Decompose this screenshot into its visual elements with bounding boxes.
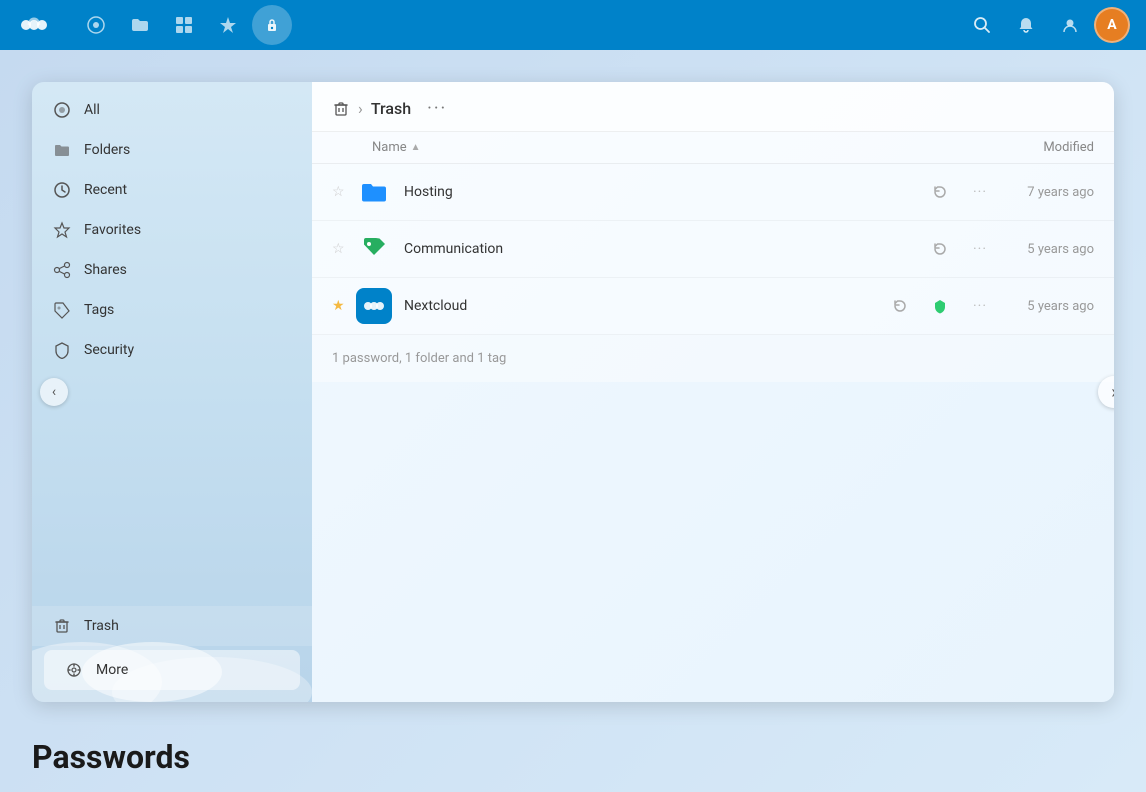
- sidebar-bottom: Trash More: [32, 598, 312, 702]
- nextcloud-logo[interactable]: [16, 7, 52, 43]
- undo-button-communication[interactable]: [926, 235, 954, 263]
- page-title: Passwords: [32, 738, 1114, 776]
- breadcrumb-title: Trash: [371, 99, 411, 118]
- sidebar-label-folders: Folders: [84, 142, 130, 158]
- undo-button-hosting[interactable]: [926, 178, 954, 206]
- modified-label: Modified: [1043, 140, 1094, 155]
- search-button[interactable]: [962, 5, 1002, 45]
- passwords-nav-icon[interactable]: [252, 5, 292, 45]
- table-row[interactable]: ★ Nextcloud: [312, 278, 1114, 335]
- page-title-section: Passwords: [16, 718, 1130, 776]
- sidebar-label-all: All: [84, 102, 100, 118]
- sidebar-item-all[interactable]: All: [32, 90, 312, 130]
- row-actions-nextcloud: ···: [886, 292, 994, 320]
- name-column-header[interactable]: Name ▲: [372, 140, 1043, 155]
- main-content: › Trash ··· Name ▲ Modified ☆: [312, 82, 1114, 702]
- sidebar-item-recent[interactable]: Recent: [32, 170, 312, 210]
- sidebar-nav: All Folders: [32, 82, 312, 598]
- topbar-left: [16, 5, 292, 45]
- sidebar-label-trash: Trash: [84, 618, 119, 634]
- tag-icon-communication: [356, 231, 392, 267]
- modified-communication: 5 years ago: [994, 242, 1094, 257]
- content-toolbar: › Trash ···: [312, 82, 1114, 132]
- all-icon: [52, 100, 72, 120]
- topbar: A: [0, 0, 1146, 50]
- table-row[interactable]: ☆ Communication: [312, 221, 1114, 278]
- row-actions-communication: ···: [926, 235, 994, 263]
- sidebar-item-tags[interactable]: Tags: [32, 290, 312, 330]
- row-name-nextcloud: Nextcloud: [404, 298, 886, 314]
- contacts-button[interactable]: [1050, 5, 1090, 45]
- breadcrumb-separator: ›: [358, 99, 363, 118]
- row-actions-hosting: ···: [926, 178, 994, 206]
- star-nextcloud[interactable]: ★: [332, 298, 356, 314]
- more-settings-icon: [64, 660, 84, 680]
- photos-nav-icon[interactable]: [164, 5, 204, 45]
- favorites-icon: [52, 220, 72, 240]
- toolbar-trash-icon[interactable]: [332, 100, 350, 118]
- star-communication[interactable]: ☆: [332, 241, 356, 257]
- file-list: ☆ Hosting ···: [312, 164, 1114, 702]
- star-hosting[interactable]: ☆: [332, 184, 356, 200]
- sidebar-item-security[interactable]: Security: [32, 330, 312, 370]
- sidebar-item-more[interactable]: More: [44, 650, 300, 690]
- chevron-right-icon: ›: [1111, 382, 1114, 403]
- avatar[interactable]: A: [1094, 7, 1130, 43]
- shield-button-nextcloud[interactable]: [926, 292, 954, 320]
- undo-button-nextcloud[interactable]: [886, 292, 914, 320]
- nextcloud-icon: [356, 288, 392, 324]
- sidebar-item-shares[interactable]: Shares: [32, 250, 312, 290]
- table-row[interactable]: ☆ Hosting ···: [312, 164, 1114, 221]
- content-summary: 1 password, 1 folder and 1 tag: [312, 335, 1114, 382]
- table-header: Name ▲ Modified: [312, 132, 1114, 164]
- files-nav-icon[interactable]: [76, 5, 116, 45]
- notifications-button[interactable]: [1006, 5, 1046, 45]
- shares-icon: [52, 260, 72, 280]
- sidebar-collapse-button[interactable]: ‹: [40, 378, 68, 406]
- summary-text: 1 password, 1 folder and 1 tag: [332, 351, 506, 366]
- more-button-hosting[interactable]: ···: [966, 178, 994, 206]
- sidebar-item-trash[interactable]: Trash: [32, 606, 312, 646]
- sidebar-label-favorites: Favorites: [84, 222, 141, 238]
- app-container: All Folders: [32, 82, 1114, 702]
- sidebar-item-folders[interactable]: Folders: [32, 130, 312, 170]
- folder-nav-icon[interactable]: [120, 5, 160, 45]
- security-icon: [52, 340, 72, 360]
- sidebar-label-security: Security: [84, 342, 134, 358]
- topbar-app-icons: [76, 5, 292, 45]
- activity-nav-icon[interactable]: [208, 5, 248, 45]
- sidebar: All Folders: [32, 82, 312, 702]
- topbar-right: A: [962, 5, 1130, 45]
- more-button-communication[interactable]: ···: [966, 235, 994, 263]
- name-label: Name: [372, 140, 407, 155]
- sidebar-label-recent: Recent: [84, 182, 127, 198]
- trash-icon: [52, 616, 72, 636]
- row-name-communication: Communication: [404, 241, 926, 257]
- sidebar-label-more: More: [96, 662, 128, 678]
- modified-hosting: 7 years ago: [994, 185, 1094, 200]
- sidebar-label-tags: Tags: [84, 302, 114, 318]
- more-button-nextcloud[interactable]: ···: [966, 292, 994, 320]
- folder-icon-hosting: [356, 174, 392, 210]
- modified-nextcloud: 5 years ago: [994, 299, 1094, 314]
- modified-column-header[interactable]: Modified: [1043, 140, 1094, 155]
- sidebar-item-favorites[interactable]: Favorites: [32, 210, 312, 250]
- recent-icon: [52, 180, 72, 200]
- toolbar-more-button[interactable]: ···: [427, 98, 447, 119]
- row-name-hosting: Hosting: [404, 184, 926, 200]
- tags-icon: [52, 300, 72, 320]
- folder-icon: [52, 140, 72, 160]
- sort-indicator: ▲: [411, 142, 421, 153]
- chevron-left-icon: ‹: [52, 384, 56, 400]
- sidebar-label-shares: Shares: [84, 262, 127, 278]
